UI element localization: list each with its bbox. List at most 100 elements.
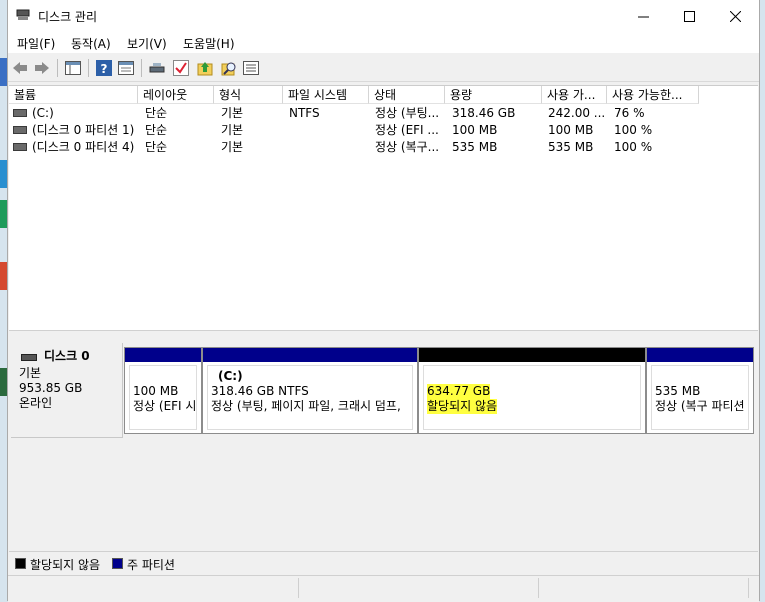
partition-size: 634.77 GB — [427, 384, 491, 399]
layout-cell: 단순 — [145, 140, 168, 154]
partition-body: (C:) 318.46 GB NTFS 정상 (부팅, 페이지 파일, 크래시 … — [207, 365, 413, 430]
up-folder-icon — [197, 61, 213, 75]
table-row[interactable]: (디스크 0 파티션 4) 단순 기본 정상 (복구... 535 MB 535… — [9, 139, 758, 155]
partition-c[interactable]: (C:) 318.46 GB NTFS 정상 (부팅, 페이지 파일, 크래시 … — [202, 347, 418, 434]
close-icon — [729, 10, 741, 22]
volume-list-pane: 볼륨 레이아웃 형식 파일 시스템 상태 용량 사용 가... 사용 가능한..… — [9, 85, 758, 330]
partition-status: 정상 (EFI 시 — [133, 399, 196, 413]
console-tree-icon — [65, 60, 81, 75]
menu-view[interactable]: 보기(V) — [127, 35, 167, 52]
toolbar: ? — [8, 54, 759, 82]
percent-free-cell: 100 % — [614, 123, 653, 137]
toolbar-separator — [88, 59, 89, 77]
drive-icon — [13, 142, 27, 151]
help-button[interactable]: ? — [95, 59, 113, 76]
checkmark-icon — [173, 59, 189, 76]
menu-help[interactable]: 도움말(H) — [183, 35, 235, 52]
legend-swatch-primary — [112, 558, 123, 569]
legend-swatch-unallocated — [15, 558, 26, 569]
console-tree-button[interactable] — [64, 59, 82, 76]
help-icon: ? — [96, 59, 112, 76]
search-disk-button[interactable] — [220, 59, 238, 76]
maximize-button[interactable] — [666, 0, 712, 32]
back-button[interactable] — [11, 59, 29, 76]
column-header-type[interactable]: 형식 — [214, 86, 283, 104]
status-cell: 정상 (부팅... — [375, 106, 440, 120]
minimize-icon — [637, 16, 649, 17]
partition-size: 100 MB — [133, 384, 179, 398]
check-button[interactable] — [172, 59, 190, 76]
free-space-cell: 535 MB — [548, 140, 594, 154]
minimize-button[interactable] — [620, 0, 666, 32]
forward-arrow-icon — [35, 61, 49, 74]
column-header-layout[interactable]: 레이아웃 — [138, 86, 214, 104]
disk-icon — [21, 354, 37, 361]
free-space-cell: 100 MB — [548, 123, 594, 137]
menu-action[interactable]: 동작(A) — [71, 35, 111, 52]
layout-cell: 단순 — [145, 123, 168, 137]
percent-free-cell: 76 % — [614, 106, 645, 120]
maximize-icon — [683, 10, 695, 22]
table-row[interactable]: (디스크 0 파티션 1) 단순 기본 정상 (EFI ... 100 MB 1… — [9, 122, 758, 138]
partition-recovery[interactable]: 535 MB 정상 (복구 파티션 — [646, 347, 754, 434]
type-cell: 기본 — [221, 106, 244, 120]
column-header-free-space[interactable]: 사용 가... — [542, 86, 607, 104]
column-header-filesystem[interactable]: 파일 시스템 — [283, 86, 369, 104]
legend-label-unallocated: 할당되지 않음 — [30, 558, 101, 572]
partition-body: 535 MB 정상 (복구 파티션 — [651, 365, 749, 430]
list-view-button[interactable] — [242, 59, 260, 76]
filesystem-cell — [289, 139, 365, 155]
up-folder-button[interactable] — [196, 59, 214, 76]
partition-unallocated[interactable]: 634.77 GB 할당되지 않음 — [418, 347, 646, 434]
partition-label: (C:) — [218, 369, 243, 383]
partition-status: 할당되지 않음 — [427, 399, 498, 414]
desktop-edge-icon — [0, 160, 7, 188]
status-cell: 정상 (EFI ... — [375, 123, 439, 137]
column-header-percent-free[interactable]: 사용 가능한... — [607, 86, 699, 104]
partition-size: 535 MB — [655, 384, 701, 398]
capacity-cell: 535 MB — [452, 140, 498, 154]
disk-management-icon — [16, 9, 30, 20]
layout-cell: 단순 — [145, 106, 168, 120]
partition-bar-primary — [647, 348, 753, 362]
table-row[interactable]: (C:) 단순 기본 NTFS 정상 (부팅... 318.46 GB 242.… — [9, 105, 758, 121]
properties-icon — [118, 60, 134, 75]
disk-0-label[interactable]: 디스크 0 기본 953.85 GB 온라인 — [11, 343, 123, 438]
desktop-edge-icon — [0, 262, 7, 290]
properties-button[interactable] — [117, 59, 135, 76]
partition-bar-primary — [203, 348, 417, 362]
window-title: 디스크 관리 — [38, 10, 98, 24]
column-header-volume[interactable]: 볼륨 — [9, 86, 138, 104]
disk-type: 기본 — [19, 366, 42, 380]
close-button[interactable] — [712, 0, 758, 32]
legend-label-primary: 주 파티션 — [127, 558, 175, 572]
partition-body: 100 MB 정상 (EFI 시 — [129, 365, 197, 430]
partition-bar-unallocated — [419, 348, 645, 362]
volume-cell: (디스크 0 파티션 1) — [13, 122, 137, 138]
column-header-status[interactable]: 상태 — [369, 86, 445, 104]
desktop-edge-icon — [0, 200, 7, 228]
partition-status: 정상 (복구 파티션 — [655, 399, 745, 413]
disk-size: 953.85 GB — [19, 381, 83, 395]
partition-size: 318.46 GB NTFS — [211, 384, 309, 398]
status-bar — [8, 575, 759, 602]
svg-text:?: ? — [101, 62, 108, 76]
desktop-edge-icon — [0, 368, 7, 396]
toolbar-separator — [57, 59, 58, 77]
type-cell: 기본 — [221, 123, 244, 137]
menu-bar: 파일(F) 동작(A) 보기(V) 도움말(H) — [8, 32, 759, 53]
partition-efi[interactable]: 100 MB 정상 (EFI 시 — [124, 347, 202, 434]
legend: 할당되지 않음 주 파티션 — [9, 551, 758, 574]
menu-file[interactable]: 파일(F) — [17, 35, 55, 52]
rescan-button[interactable] — [148, 59, 166, 76]
partition-bar-primary — [125, 348, 201, 362]
partition-status: 정상 (부팅, 페이지 파일, 크래시 덤프, — [211, 399, 401, 413]
drive-icon — [13, 125, 27, 134]
search-disk-icon — [221, 62, 236, 75]
column-header-capacity[interactable]: 용량 — [445, 86, 542, 104]
capacity-cell: 318.46 GB — [452, 106, 516, 120]
drive-icon — [13, 108, 27, 117]
desktop-edge-icon — [0, 58, 7, 86]
forward-button[interactable] — [33, 59, 51, 76]
disk-status: 온라인 — [19, 396, 53, 410]
